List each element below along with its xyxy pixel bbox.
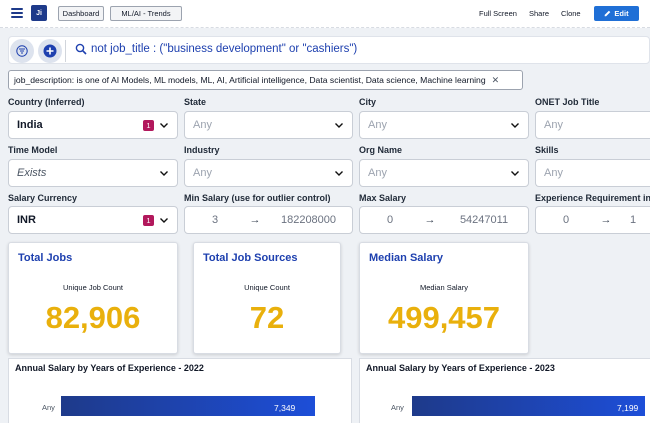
app-logo: Ji [31,5,47,21]
share-button[interactable]: Share [529,9,549,18]
plus-circle-icon [43,44,57,58]
salary-currency-select[interactable]: INR 1 [8,206,178,234]
close-icon[interactable]: ✕ [492,75,500,86]
job-description-text: job_description: is one of AI Models, ML… [14,75,486,85]
onet-select[interactable]: Any [535,111,650,139]
add-filter-button[interactable] [38,39,62,63]
org-name-placeholder: Any [368,167,387,179]
chevron-down-icon [160,218,168,223]
kpi-value: 72 [249,300,285,335]
kpi-subtitle: Median Salary [420,283,468,292]
kpi-subtitle: Unique Count [244,283,290,292]
chart-salary-2023: Annual Salary by Years of Experience - 2… [359,358,650,423]
max-salary-label: Max Salary [359,193,407,203]
filter-icon [16,45,28,57]
arrow-right-icon: → [249,214,261,226]
industry-placeholder: Any [193,167,212,179]
kpi-title: Median Salary [369,252,443,264]
chevron-down-icon [511,171,519,176]
time-model-select[interactable]: Exists [8,159,178,187]
chart-bar-value: 7,349 [274,403,296,413]
country-label: Country (Inferred) [8,97,85,107]
org-name-label: Org Name [359,145,403,155]
kpi-subtitle: Unique Job Count [62,283,124,292]
chart-bar-value: 7,199 [617,403,639,413]
min-salary-from[interactable]: 3 [185,214,245,226]
min-salary-range[interactable]: 3 → 182208000 [184,206,353,234]
country-value: India [17,119,43,131]
kpi-title: Total Jobs [18,252,73,264]
arrow-right-icon: → [424,214,436,226]
chevron-down-icon [511,123,519,128]
country-count-badge: 1 [143,119,154,131]
arrow-right-icon: → [600,214,612,226]
menu-icon[interactable] [11,8,23,18]
time-model-value: Exists [17,167,47,179]
salary-currency-value: INR [17,214,36,226]
chart-plot [412,396,645,416]
state-placeholder: Any [193,119,212,131]
max-salary-range[interactable]: 0 → 54247011 [359,206,529,234]
min-salary-to[interactable]: 182208000 [265,214,352,226]
chevron-down-icon [335,171,343,176]
city-label: City [359,97,377,107]
job-description-chip[interactable]: job_description: is one of AI Models, ML… [8,70,523,90]
chevron-down-icon [160,123,168,128]
state-label: State [184,97,207,107]
onet-placeholder: Any [544,119,563,131]
city-placeholder: Any [368,119,387,131]
salary-currency-count-badge: 1 [143,214,154,226]
industry-select[interactable]: Any [184,159,353,187]
chart-salary-2022: Annual Salary by Years of Experience - 2… [8,358,352,423]
chevron-down-icon [335,123,343,128]
kpi-card-median-salary: Median Salary Median Salary 499,457 [359,242,529,354]
chart-bar [412,396,645,416]
experience-label: Experience Requirement in Y [535,193,650,203]
divider [65,40,66,62]
filter-button[interactable] [10,39,34,63]
breadcrumb-dashboard[interactable]: Dashboard [58,6,104,21]
kpi-card-total-job-sources: Total Job Sources Unique Count 72 [193,242,341,354]
salary-currency-label: Salary Currency [8,193,78,203]
experience-from[interactable]: 0 [536,214,596,226]
city-select[interactable]: Any [359,111,529,139]
job-title-filter[interactable]: not job_title : ("business development" … [75,43,357,55]
top-bar: Ji Dashboard ML/AI - Trends Full Screen … [0,0,650,28]
job-title-filter-text: not job_title : ("business development" … [91,43,358,55]
search-icon [75,43,87,55]
experience-to[interactable]: 1 [616,214,650,226]
country-select[interactable]: India 1 [8,111,178,139]
full-screen-button[interactable]: Full Screen [479,9,517,18]
skills-placeholder: Any [544,167,563,179]
max-salary-from[interactable]: 0 [360,214,420,226]
max-salary-to[interactable]: 54247011 [440,214,528,226]
filter-bar: not job_title : ("business development" … [8,36,650,64]
breadcrumb-current[interactable]: ML/AI - Trends [110,6,182,21]
org-name-select[interactable]: Any [359,159,529,187]
kpi-card-total-jobs: Total Jobs Unique Job Count 82,906 [8,242,178,354]
chevron-down-icon [160,171,168,176]
kpi-title: Total Job Sources [203,252,298,264]
state-select[interactable]: Any [184,111,353,139]
chart-plot [61,396,315,416]
industry-label: Industry [184,145,220,155]
clone-button[interactable]: Clone [561,9,581,18]
min-salary-label: Min Salary (use for outlier control) [184,193,331,203]
edit-button[interactable]: Edit [594,6,639,21]
onet-label: ONET Job Title [535,97,600,107]
edit-label: Edit [614,9,629,18]
skills-label: Skills [535,145,559,155]
pencil-icon [605,10,611,17]
experience-range[interactable]: 0 → 1 [535,206,650,234]
kpi-value: 499,457 [387,300,501,335]
kpi-value: 82,906 [45,300,141,335]
skills-select[interactable]: Any [535,159,650,187]
time-model-label: Time Model [8,145,58,155]
